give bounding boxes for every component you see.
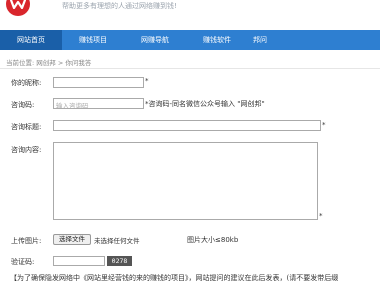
site-slogan: 帮助更多有理想的人通过网络赚到钱! [62,2,177,10]
footer-note: 【为了确保隐发网络中《网站里经营钱的来的赚钱的项目》，网站提问的建议在此后发表，… [10,274,339,282]
site-header: 帮助更多有理想的人通过网络赚到钱! [0,0,380,26]
captcha-label: 验证码: [11,258,35,266]
nav-item-projects[interactable]: 赚钱项目 [62,30,124,50]
nickname-input[interactable] [53,77,144,88]
choose-file-button[interactable]: 选择文件 [53,234,91,245]
nav-item-home[interactable]: 网站首页 [0,30,62,50]
content-textarea[interactable] [53,142,318,220]
captcha-input[interactable] [53,256,105,266]
invite-code-label: 咨询码: [11,101,35,109]
nav-item-navigation[interactable]: 网赚导航 [124,30,186,50]
nav-item-software[interactable]: 赚钱软件 [186,30,248,50]
upload-status: 未选择任何文件 [94,237,140,245]
invite-code-placeholder: 输入咨询码 [56,102,89,110]
nickname-required-mark: * [145,77,149,85]
divider [0,68,380,69]
logo-w-icon [10,0,26,9]
content-label: 咨询内容: [11,146,42,154]
nav-item-ask[interactable]: 邦问 [248,30,272,50]
captcha-image[interactable]: 0278 [107,256,132,266]
upload-label: 上传图片: [11,237,42,245]
nickname-label: 你的昵称: [11,79,42,87]
title-label: 咨询标题: [11,123,42,131]
invite-code-hint: *咨询码-同名微信公众号输入 "网创邦" [145,100,265,108]
title-required-mark: * [322,121,326,129]
content-required-mark: * [319,212,323,220]
invite-code-input[interactable]: 输入咨询码 [53,98,144,110]
upload-size-hint: 图片大小≤80kb [187,236,239,244]
breadcrumb: 当前位置: 网创邦 > 你问我答 [6,59,92,67]
title-input[interactable] [53,120,321,131]
site-logo[interactable] [6,0,30,16]
main-nav: 网站首页 赚钱项目 网赚导航 赚钱软件 邦问 [0,30,380,50]
